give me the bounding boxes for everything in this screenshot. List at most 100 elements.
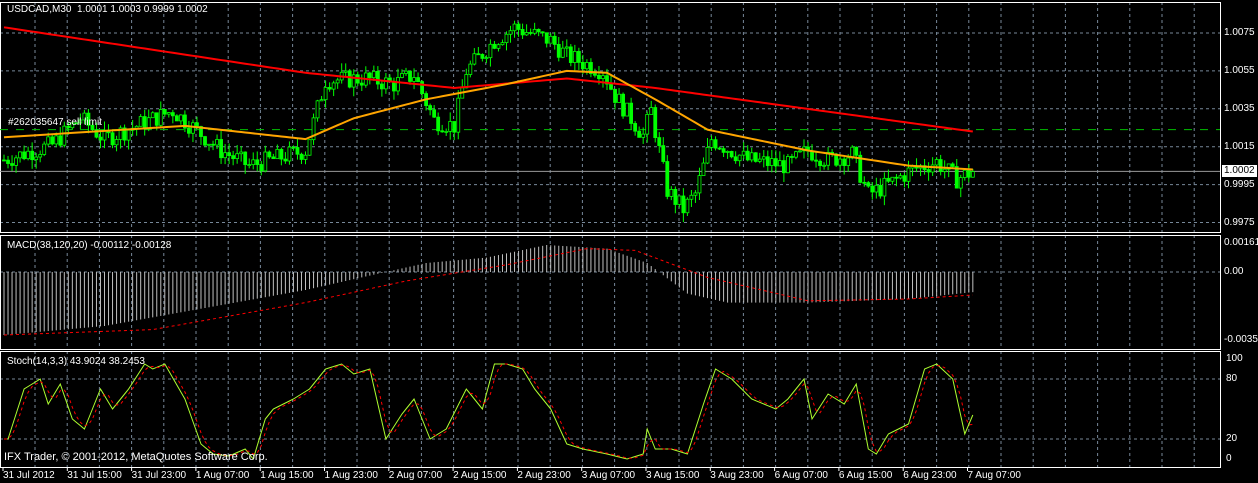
main-chart-title: USDCAD,M30 1.0001 1.0003 0.9999 1.0002 [7,4,208,15]
candle-body [275,148,280,160]
time-axis-label: 6 Aug 23:00 [903,470,957,481]
candle-body [54,135,59,145]
candle-body [367,72,372,79]
candle-body [203,136,207,146]
candle-body [621,93,625,117]
candle-body [504,33,509,44]
candle-body [110,132,115,146]
candle-body [613,88,617,103]
candle-body [593,73,597,76]
candle-body [215,139,219,146]
candle-body [191,122,195,134]
candle-body [773,158,778,167]
candle-body [472,53,477,65]
candle-body [653,107,658,139]
candle-body [970,171,975,178]
stoch-signal-line [4,363,973,459]
candle-body [22,151,27,160]
candle-body [259,164,264,172]
candle-body [942,168,947,172]
stoch-axis-label: 20 [1226,433,1238,444]
price-axis-label: 1.0015 [1224,140,1255,152]
candle-body [500,42,505,46]
candle-body [2,159,6,162]
candle-body [701,162,706,176]
candle-body [158,109,163,126]
candle-body [335,79,340,84]
candle-body [331,82,336,90]
candle-body [18,151,22,159]
candle-body [263,151,268,172]
candle-body [669,188,674,197]
stoch-axis-label: 100 [1226,353,1243,364]
candle-body [709,139,714,148]
candle-body [954,166,959,189]
candle-body [625,102,629,117]
candle-body [488,43,493,59]
candle-body [231,155,236,159]
candle-body [287,146,292,162]
candle-body [930,164,935,173]
candle-body [408,70,412,82]
candle-body [516,23,521,30]
candle-body [870,185,875,193]
candle-body [745,150,750,161]
stoch-main-line [4,363,974,461]
candle-body [749,152,754,161]
candle-body [786,156,790,174]
candle-body [649,107,654,115]
candle-body [729,151,734,158]
candle-body [404,70,408,74]
candle-body [400,73,404,78]
candle-body [576,51,581,63]
chart-canvas[interactable] [0,0,1258,483]
candle-body [26,150,31,160]
candle-body [98,136,103,141]
time-axis-label: 31 Jul 15:00 [67,470,122,481]
candle-body [323,87,328,101]
candle-body [556,44,561,58]
candle-body [295,147,300,155]
candle-body [798,150,802,153]
macd-axis-label: 0.00 [1224,266,1244,277]
candle-body [432,109,437,118]
candle-body [219,139,223,159]
candle-body [874,184,879,193]
candle-body [520,29,525,36]
price-axis-label: 0.9975 [1224,216,1255,228]
candle-body [854,146,859,156]
candle-body [886,177,891,182]
price-axis-label: 1.0035 [1224,102,1255,114]
candle-body [512,23,517,32]
candle-body [359,82,364,86]
candle-body [733,156,738,162]
candle-body [890,176,895,182]
candle-body [934,159,939,166]
candle-body [484,57,489,60]
copyright-text: IFX Trader, © 2001-2012, MetaQuotes Soft… [4,451,268,463]
candle-body [617,93,621,103]
candle-body [966,169,971,178]
candle-body [154,112,159,126]
candle-body [420,81,424,94]
candle-body [601,75,605,80]
stoch-axis-label: 0 [1226,453,1232,464]
candle-body [737,154,742,162]
time-axis-label: 1 Aug 23:00 [324,470,378,481]
candle-body [926,169,931,173]
candle-body [878,184,883,197]
candle-body [741,150,746,156]
moving-average-slow-line [3,26,973,133]
candle-body [347,70,352,88]
candle-body [42,143,47,155]
candle-body [267,151,272,158]
candle-body [38,154,43,158]
time-axis-label: 31 Jul 23:00 [131,470,187,481]
candle-body [609,83,613,90]
candle-body [790,156,794,158]
candle-body [50,136,55,145]
candle-body [725,151,730,153]
candle-body [174,115,179,122]
candle-body [170,112,175,117]
macd-title: MACD(38,120,20) -0.00112 -0.00128 [7,240,172,251]
